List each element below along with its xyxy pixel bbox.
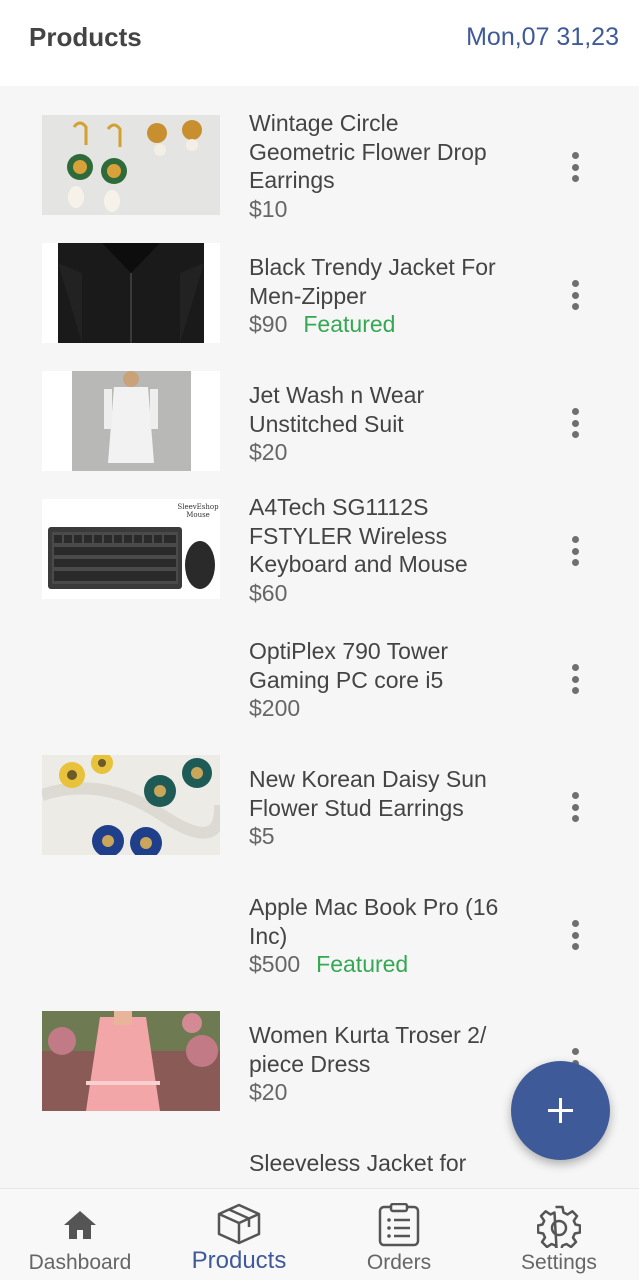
nav-dashboard[interactable]: Dashboard xyxy=(5,1189,155,1280)
nav-orders[interactable]: Orders xyxy=(324,1189,474,1280)
gear-icon xyxy=(537,1205,581,1248)
more-options-icon[interactable] xyxy=(566,920,584,956)
product-info: A4Tech SG1112S FSTYLER Wireless Keyboard… xyxy=(249,493,539,607)
product-info: Wintage Circle Geometric Flower Drop Ear… xyxy=(249,109,539,223)
featured-badge: Featured xyxy=(316,951,409,977)
nav-products[interactable]: Products xyxy=(164,1189,314,1280)
product-info: Women Kurta Troser 2/ piece Dress $20 xyxy=(249,1021,539,1107)
product-row[interactable]: Black Trendy Jacket For Men-Zipper $90 Fe… xyxy=(0,229,639,357)
nav-settings-label: Settings xyxy=(521,1251,597,1274)
product-row[interactable]: OptiPlex 790 Tower Gaming PC core i5 $20… xyxy=(0,613,639,741)
more-options-icon[interactable] xyxy=(566,664,584,700)
more-options-icon[interactable] xyxy=(566,280,584,316)
product-price: $20 xyxy=(249,439,288,465)
product-price: $200 xyxy=(249,695,301,721)
product-name: Jet Wash n Wear Unstitched Suit xyxy=(249,382,425,437)
product-price: $5 xyxy=(249,823,275,849)
nav-dashboard-label: Dashboard xyxy=(28,1251,132,1274)
product-name: OptiPlex 790 Tower Gaming PC core i5 xyxy=(249,638,449,693)
product-image xyxy=(42,371,220,471)
product-price: $500 xyxy=(249,951,301,977)
product-info: Jet Wash n Wear Unstitched Suit $20 xyxy=(249,381,539,467)
featured-badge: Featured xyxy=(303,311,396,337)
product-name: Women Kurta Troser 2/ piece Dress xyxy=(249,1022,487,1077)
nav-products-label: Products xyxy=(191,1247,287,1274)
box-icon xyxy=(217,1203,261,1245)
product-name: New Korean Daisy Sun Flower Stud Earring… xyxy=(249,766,487,821)
bottom-navigation: Dashboard Products Orders Settings xyxy=(0,1188,639,1280)
product-name: Sleeveless Jacket for xyxy=(249,1150,467,1176)
product-price: $60 xyxy=(249,579,288,606)
product-info: Apple Mac Book Pro (16 Inc) $500 Featured xyxy=(249,893,539,979)
product-price: $90 xyxy=(249,311,288,337)
product-info: Sleeveless Jacket for xyxy=(249,1149,539,1178)
brand-watermark: SleevEshop Mouse xyxy=(177,503,219,519)
product-list[interactable]: Wintage Circle Geometric Flower Drop Ear… xyxy=(0,86,639,1188)
home-icon xyxy=(64,1211,96,1239)
more-options-icon[interactable] xyxy=(566,408,584,444)
product-image xyxy=(42,755,220,855)
product-row[interactable]: Wintage Circle Geometric Flower Drop Ear… xyxy=(0,101,639,229)
product-price: $20 xyxy=(249,1079,288,1105)
more-options-icon[interactable] xyxy=(566,152,584,188)
product-image xyxy=(42,115,220,215)
date-label: Mon,07 31,23 xyxy=(466,23,619,51)
product-name: Wintage Circle Geometric Flower Drop Ear… xyxy=(249,110,487,193)
product-image xyxy=(42,243,220,343)
product-row[interactable]: SleevEshop Mouse A4Tech SG1112S FSTYLER … xyxy=(0,485,639,613)
product-info: New Korean Daisy Sun Flower Stud Earring… xyxy=(249,765,539,851)
product-image: SleevEshop Mouse xyxy=(42,499,220,599)
clipboard-icon xyxy=(378,1203,420,1247)
product-row[interactable]: Apple Mac Book Pro (16 Inc) $500 Featured xyxy=(0,869,639,997)
app-header: Products Mon,07 31,23 xyxy=(0,0,639,86)
nav-orders-label: Orders xyxy=(366,1251,432,1274)
product-name: Black Trendy Jacket For Men-Zipper xyxy=(249,254,496,309)
product-row[interactable]: New Korean Daisy Sun Flower Stud Earring… xyxy=(0,741,639,869)
more-options-icon[interactable] xyxy=(566,792,584,828)
more-options-icon[interactable] xyxy=(566,536,584,572)
product-info: Black Trendy Jacket For Men-Zipper $90 Fe… xyxy=(249,253,539,339)
product-price: $10 xyxy=(249,195,288,222)
product-name: Apple Mac Book Pro (16 Inc) xyxy=(249,894,499,949)
product-info: OptiPlex 790 Tower Gaming PC core i5 $20… xyxy=(249,637,539,723)
product-image xyxy=(42,1011,220,1111)
add-product-button[interactable] xyxy=(511,1061,610,1160)
page-title: Products xyxy=(29,22,142,52)
product-row[interactable]: Jet Wash n Wear Unstitched Suit $20 xyxy=(0,357,639,485)
product-name: A4Tech SG1112S FSTYLER Wireless Keyboard… xyxy=(249,494,468,577)
nav-settings[interactable]: Settings xyxy=(484,1189,634,1280)
